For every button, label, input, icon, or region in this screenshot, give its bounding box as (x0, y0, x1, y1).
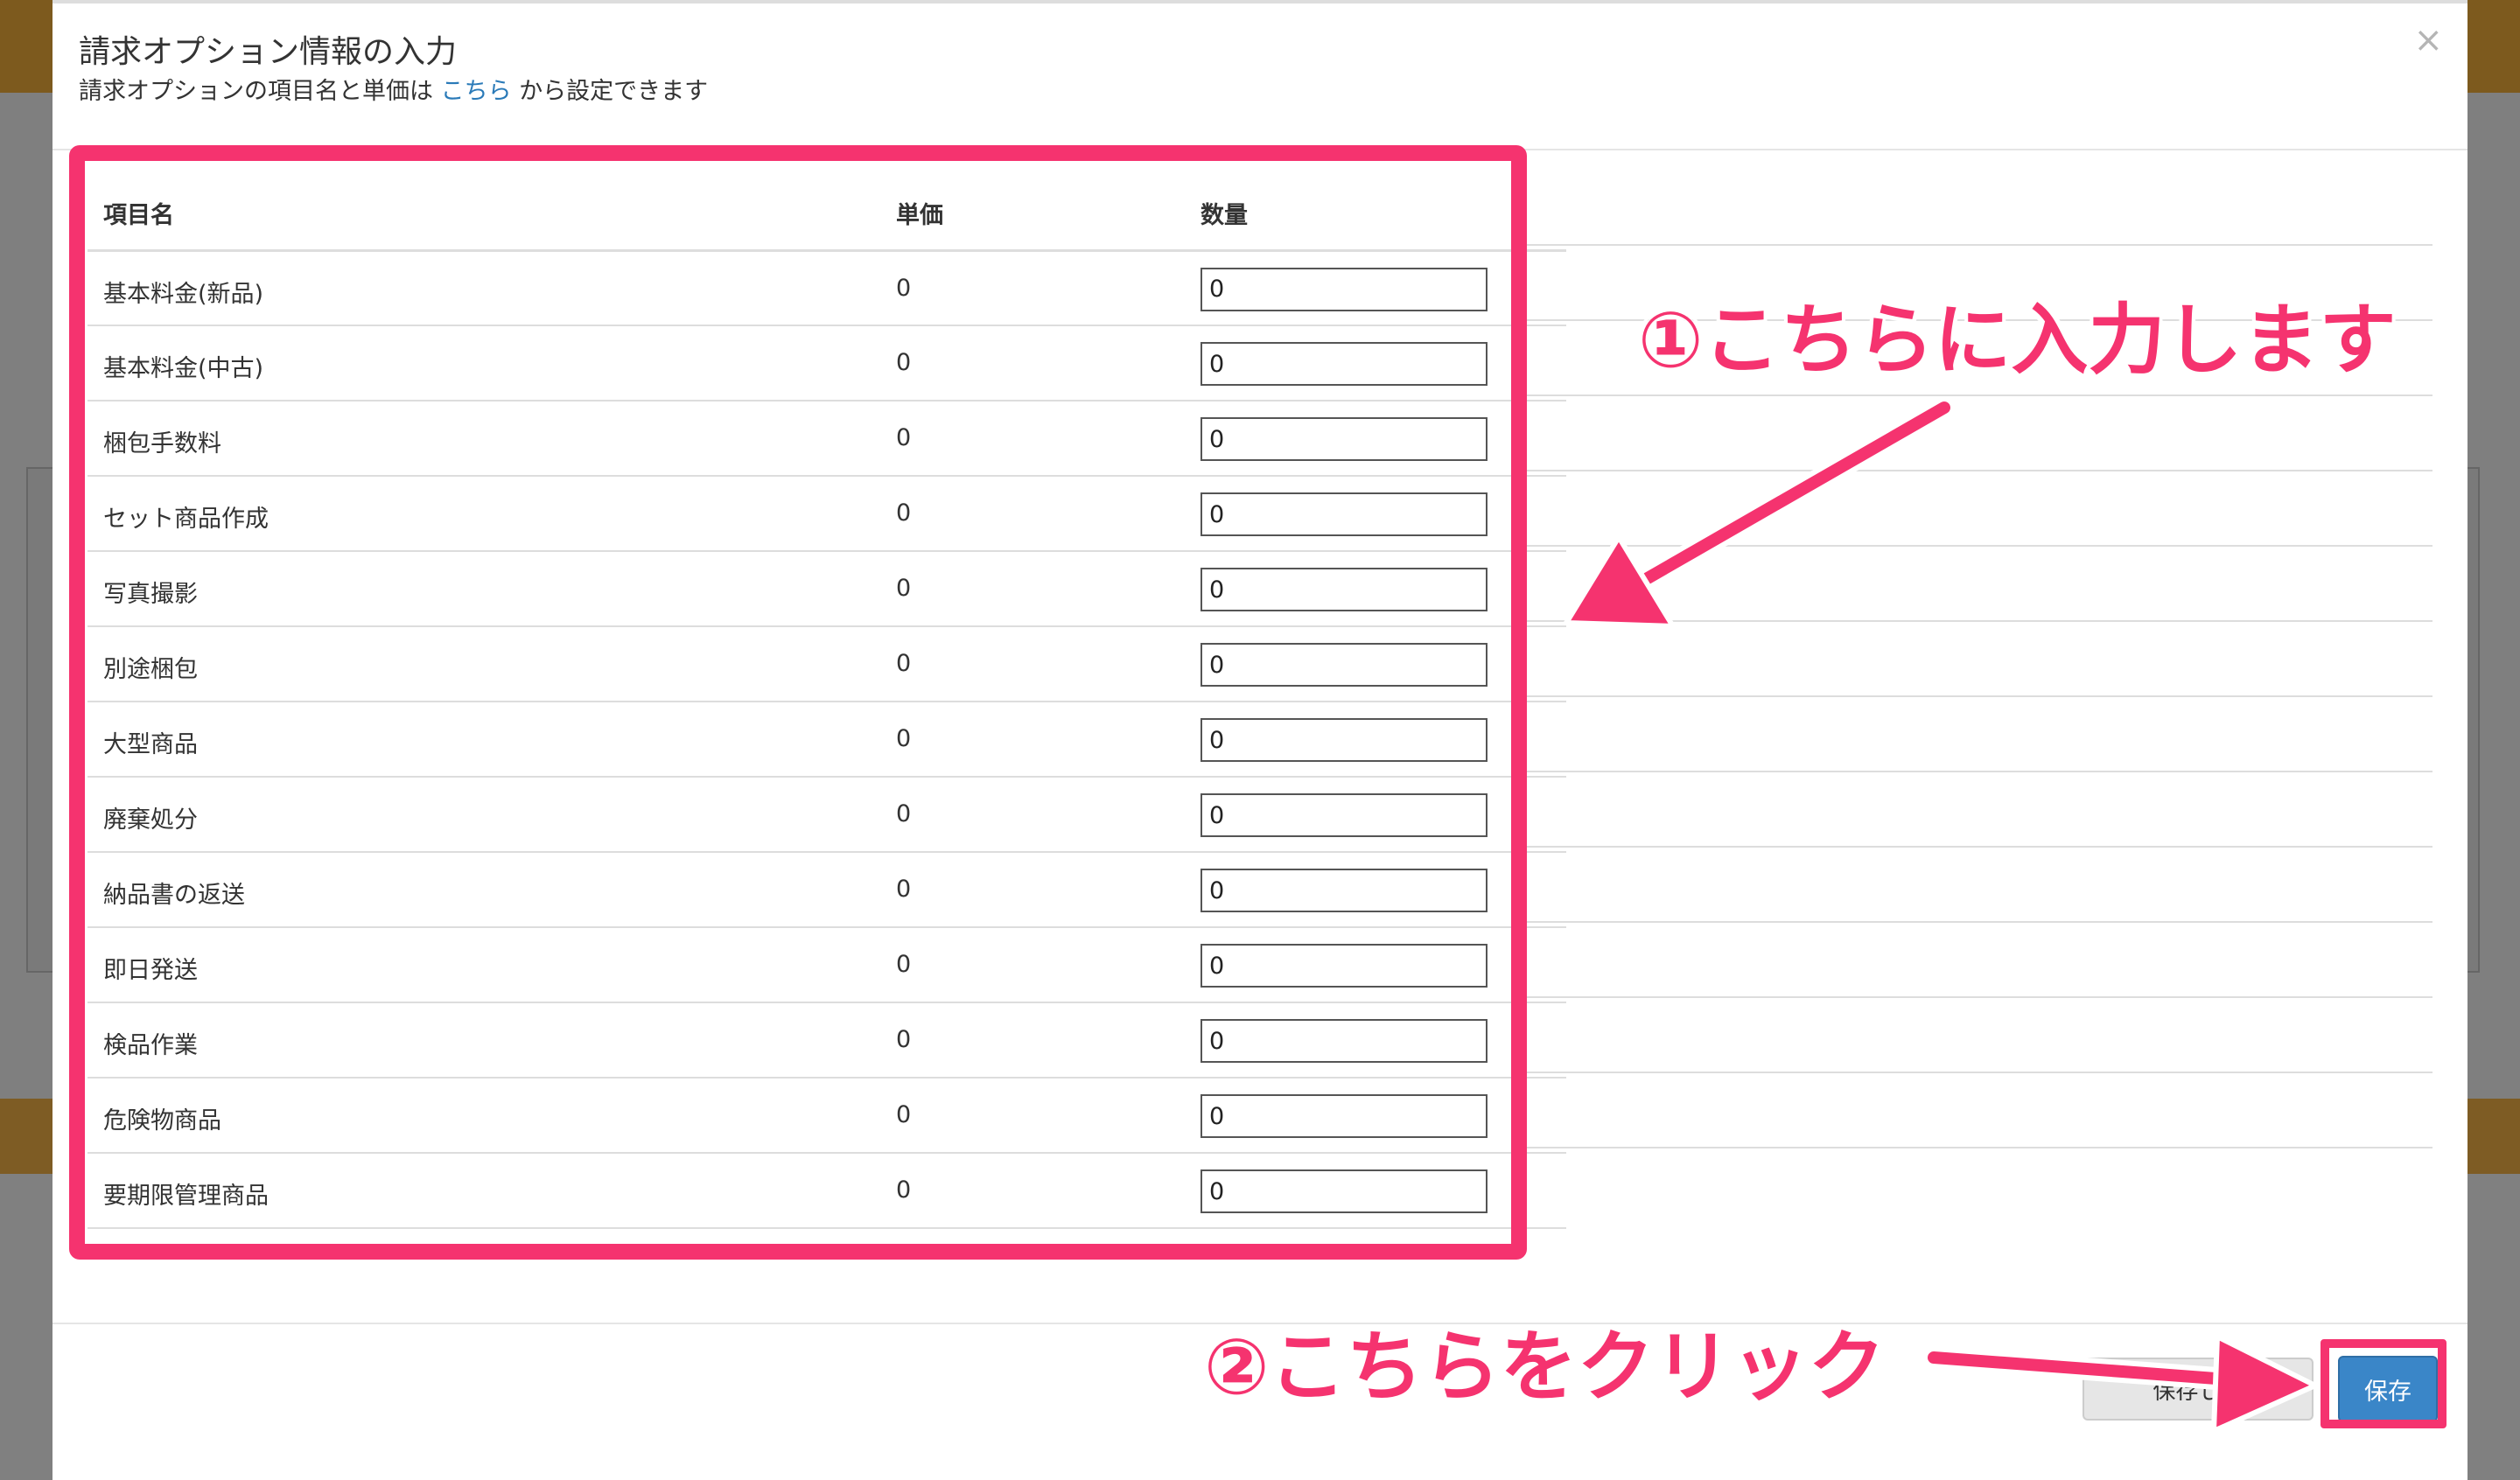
annotation-arrows (1564, 396, 2318, 1434)
arrow-to-table (1564, 396, 1956, 629)
arrow-to-save-button (1922, 1334, 2318, 1434)
